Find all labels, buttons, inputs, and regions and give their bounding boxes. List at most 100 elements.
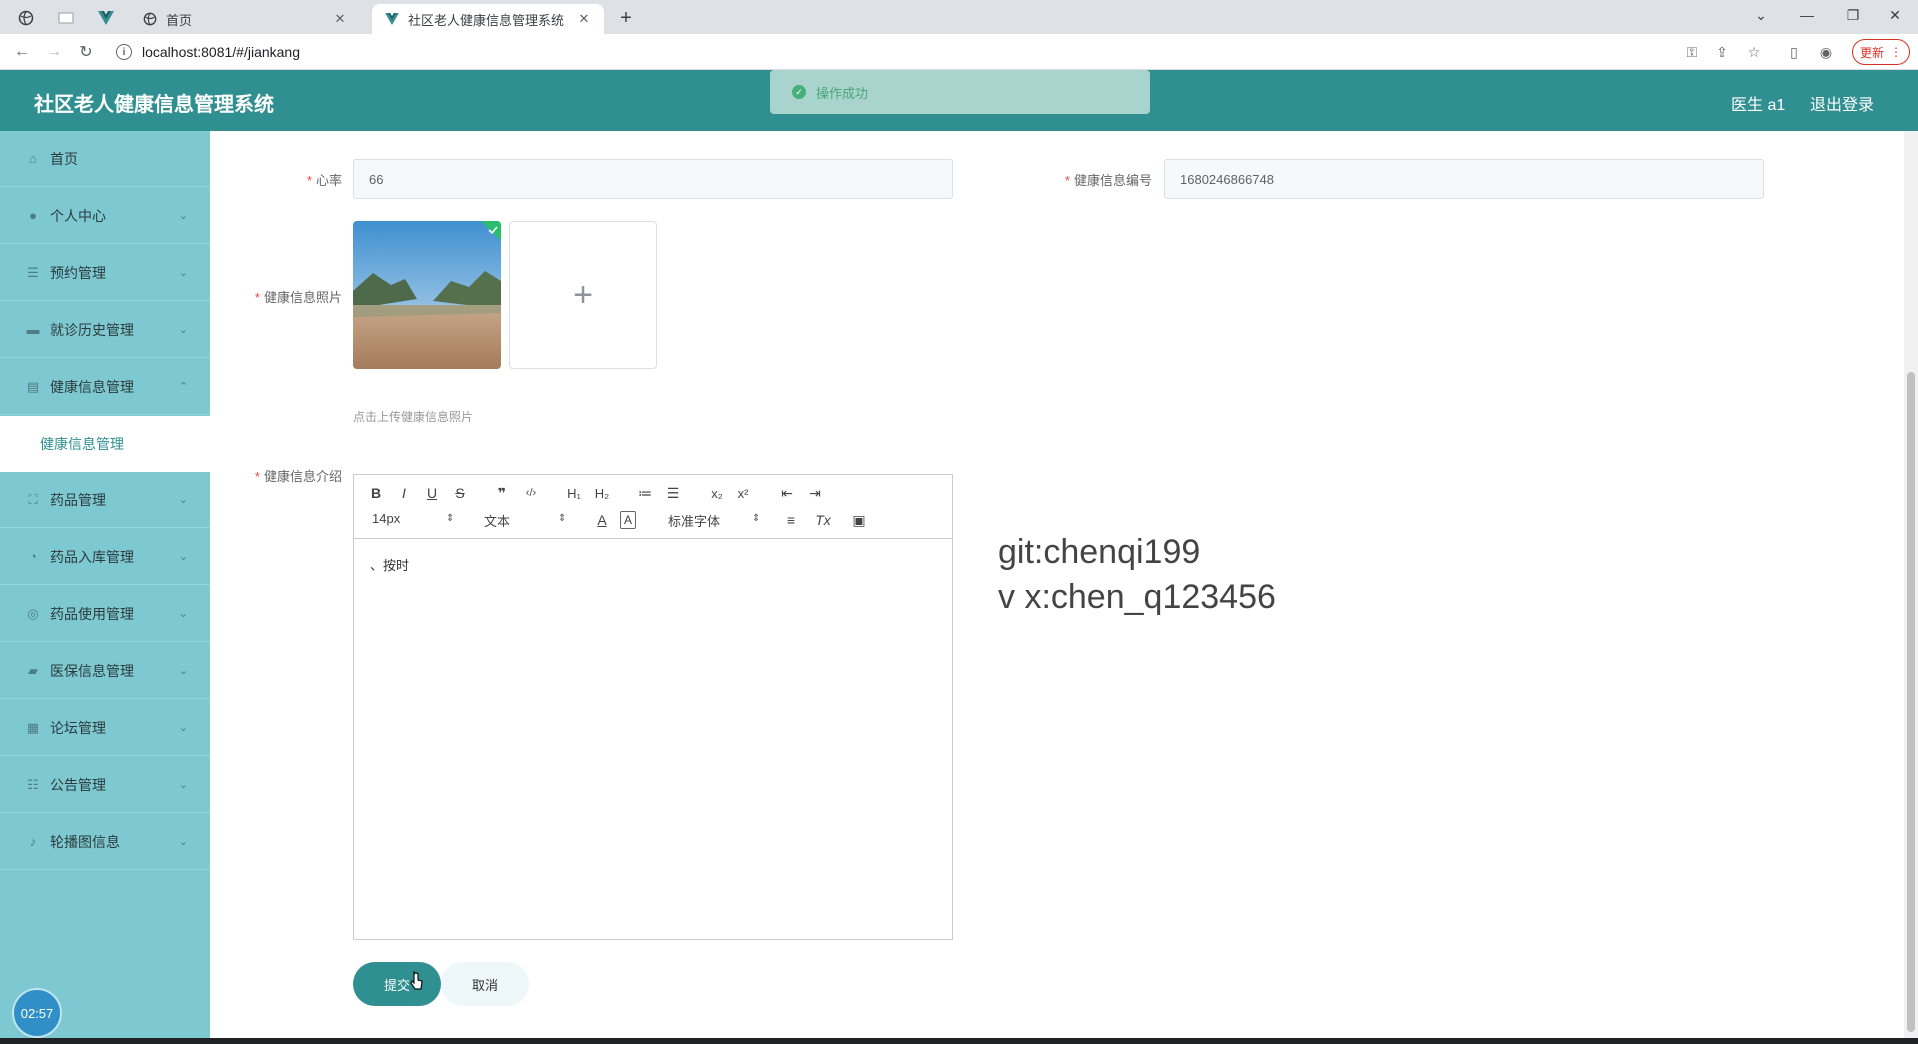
chevron-down-icon: ⌄ (178, 267, 188, 279)
forward-arrow-icon[interactable]: → (42, 40, 66, 64)
sidebar-item-visit-history[interactable]: ▬ 就诊历史管理 ⌄ (0, 302, 210, 358)
blank-page-icon (58, 12, 74, 24)
strike-icon[interactable]: S (452, 485, 468, 501)
sidebar-item-carousel[interactable]: ♪ 轮播图信息 ⌄ (0, 814, 210, 870)
chevron-down-icon[interactable]: ⌄ (1738, 0, 1784, 30)
recording-timer: 02:57 (12, 988, 62, 1038)
submit-button[interactable]: 提交 (353, 962, 441, 1006)
vue-logo-icon (384, 11, 400, 27)
sidebar-item-medicine[interactable]: ⛶ 药品管理 ⌄ (0, 472, 210, 528)
align-icon[interactable]: ≡ (782, 511, 800, 529)
clear-format-icon[interactable]: Tx (814, 511, 832, 529)
sidebar-item-insurance[interactable]: ▰ 医保信息管理 ⌄ (0, 643, 210, 699)
intro-label: * 健康信息介绍 (254, 469, 342, 484)
restore-icon[interactable]: ❐ (1830, 0, 1876, 30)
font-color-icon[interactable]: A (594, 511, 610, 529)
sidebar-item-appointments[interactable]: ☰ 预约管理 ⌄ (0, 245, 210, 301)
more-vert-icon: ⋮ (1890, 45, 1902, 59)
underline-icon[interactable]: U (424, 485, 440, 501)
editor-content[interactable]: 、按时 (370, 555, 409, 574)
image-icon[interactable]: ▣ (850, 511, 868, 529)
blockquote-icon[interactable]: ❞ (494, 485, 510, 501)
watermark-line-1: git:chenqi199 (998, 533, 1201, 571)
sidebar-item-profile[interactable]: ● 个人中心 ⌄ (0, 188, 210, 244)
info-icon[interactable]: i (116, 44, 132, 60)
pinned-tab-globe[interactable] (8, 4, 44, 32)
star-icon[interactable]: ☆ (1744, 42, 1764, 62)
watermark-line-2: v x:chen_q123456 (998, 578, 1276, 616)
code-block-icon[interactable]: ‹/› (522, 485, 540, 501)
ordered-list-icon[interactable]: ≔ (636, 485, 654, 501)
logout-link[interactable]: 退出登录 (1810, 91, 1874, 115)
header-select[interactable]: 文本 ⇕ (484, 511, 570, 529)
document-icon: ▤ (26, 378, 40, 394)
share-icon[interactable]: ⇪ (1712, 42, 1732, 62)
sidebar-item-announcements[interactable]: ☷ 公告管理 ⌄ (0, 757, 210, 813)
indent-icon[interactable]: ⇥ (806, 485, 824, 501)
sidebar-item-label: 论坛管理 (50, 719, 106, 736)
tab-health-system[interactable]: 社区老人健康信息管理系统 ✕ (372, 4, 604, 34)
scrollbar-thumb[interactable] (1907, 372, 1915, 1032)
subscript-icon[interactable]: x₂ (708, 485, 726, 501)
window-close-icon[interactable]: ✕ (1872, 0, 1918, 30)
upload-tip: 点击上传健康信息照片 (353, 410, 474, 424)
globe-icon (18, 10, 34, 26)
photo-label: * 健康信息照片 (254, 290, 342, 305)
chevron-down-icon: ⌄ (178, 779, 188, 791)
update-button[interactable]: 更新 ⋮ (1852, 39, 1910, 65)
outdent-icon[interactable]: ⇤ (778, 485, 796, 501)
sidebar-item-forum[interactable]: ▦ 论坛管理 ⌄ (0, 700, 210, 756)
heading2-icon[interactable]: H₂ (592, 485, 612, 501)
taskbar-edge (0, 1038, 1918, 1044)
circle-icon: ◔ (29, 549, 37, 564)
sidebar-item-health-info[interactable]: ▤ 健康信息管理 ⌃ (0, 359, 210, 415)
italic-icon[interactable]: I (396, 485, 412, 501)
address-bar[interactable]: i localhost:8081/#/jiankang (108, 38, 1888, 66)
chevron-down-icon: ⌄ (178, 324, 188, 336)
sidebar: ⌂ 首页 ● 个人中心 ⌄ ☰ 预约管理 ⌄ ▬ 就诊历史管理 ⌄ ▤ 健康信息… (0, 131, 210, 1044)
font-size-select[interactable]: 14px ⇕ (372, 511, 458, 529)
upload-add-button[interactable]: + (509, 221, 657, 369)
font-size-value: 14px (372, 511, 401, 526)
heading1-icon[interactable]: H₁ (564, 485, 584, 501)
new-tab-button[interactable]: + (614, 6, 638, 30)
microphone-icon: ♪ (29, 834, 37, 849)
bullet-list-icon[interactable]: ☰ (664, 485, 682, 501)
sidebar-item-label: 个人中心 (50, 207, 106, 224)
editor-toolbar: B I U S ❞ ‹/› H₁ H₂ ≔ ☰ x₂ x² ⇤ ⇥ 14px ⇕… (354, 475, 952, 539)
key-icon[interactable]: ⚿ (1682, 42, 1702, 62)
sidebar-item-medicine-usage[interactable]: ◎ 药品使用管理 ⌄ (0, 586, 210, 642)
chevron-down-icon: ⌄ (178, 722, 188, 734)
sidebar-item-medicine-stock-in[interactable]: ◔ 药品入库管理 ⌄ (0, 529, 210, 585)
pinned-tab-blank[interactable] (48, 4, 84, 32)
list-icon: ☰ (27, 264, 39, 280)
sidebar-item-label: 药品使用管理 (50, 605, 134, 622)
health-id-input[interactable]: 1680246866748 (1164, 159, 1764, 199)
close-icon[interactable]: ✕ (332, 11, 348, 27)
sidebar-item-label: 公告管理 (50, 776, 106, 793)
url-text[interactable]: localhost:8081/#/jiankang (142, 44, 300, 60)
back-arrow-icon[interactable]: ← (10, 40, 34, 64)
profile-icon[interactable]: ◉ (1816, 42, 1836, 62)
font-family-select[interactable]: 标准字体 ⇕ (668, 511, 764, 529)
background-color-icon[interactable]: A (620, 511, 636, 529)
uploaded-photo-thumbnail[interactable] (353, 221, 501, 369)
sidebar-subitem-health-info[interactable]: 健康信息管理 (0, 416, 210, 472)
superscript-icon[interactable]: x² (734, 485, 752, 501)
tab-home[interactable]: 首页 ✕ (130, 4, 360, 34)
bold-icon[interactable]: B (368, 485, 384, 501)
cancel-button[interactable]: 取消 (441, 962, 529, 1006)
pinned-tab-vue[interactable] (88, 4, 124, 32)
minimize-icon[interactable]: — (1784, 0, 1830, 30)
chevron-down-icon: ⌄ (178, 551, 188, 563)
close-icon[interactable]: ✕ (576, 11, 592, 27)
side-panel-icon[interactable]: ▯ (1784, 42, 1804, 62)
chevron-down-icon: ⌄ (178, 836, 188, 848)
landscape-photo (353, 221, 501, 369)
heart-rate-label: * 心率 (306, 173, 342, 188)
sidebar-item-home[interactable]: ⌂ 首页 (0, 131, 210, 187)
rich-text-editor[interactable]: B I U S ❞ ‹/› H₁ H₂ ≔ ☰ x₂ x² ⇤ ⇥ 14px ⇕… (353, 474, 953, 940)
reload-icon[interactable]: ↻ (74, 40, 98, 64)
heart-rate-input[interactable]: 66 (353, 159, 953, 199)
health-id-label: * 健康信息编号 (1064, 173, 1152, 188)
